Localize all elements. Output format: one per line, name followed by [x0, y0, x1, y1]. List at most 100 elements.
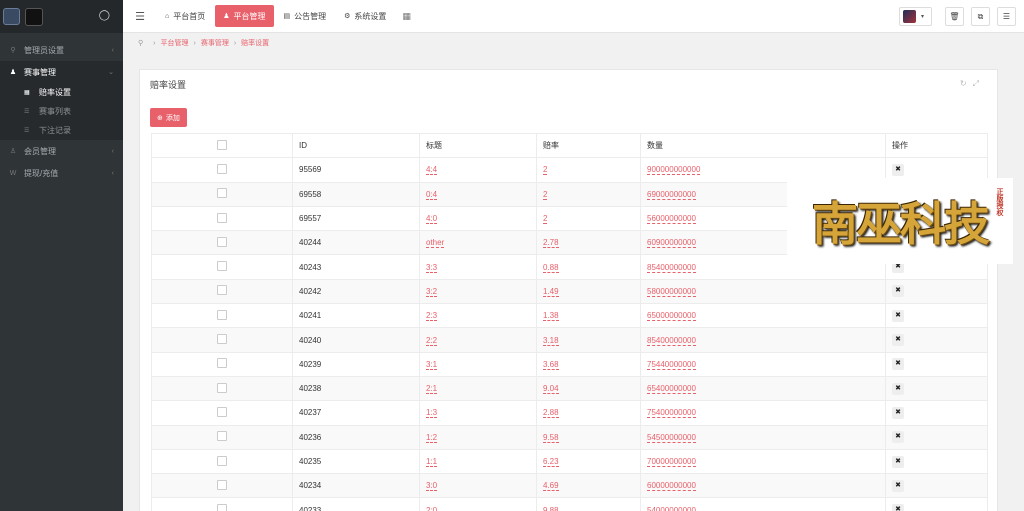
add-button[interactable]: ⊕ 添加 [150, 108, 187, 127]
amount-editable[interactable]: 85400000000 [647, 262, 696, 273]
theme-drop-icon[interactable]: ◯ [99, 10, 110, 21]
title-editable[interactable]: 2:3 [426, 311, 438, 322]
title-editable[interactable]: 2:2 [426, 335, 438, 346]
row-checkbox[interactable] [217, 334, 227, 345]
odds-editable[interactable]: 1.49 [543, 286, 559, 297]
row-checkbox[interactable] [217, 382, 227, 393]
odds-editable[interactable]: 2 [543, 165, 548, 176]
sidebar-subitem-bet-records[interactable]: ☰ 下注记录 [0, 121, 123, 140]
col-header-title[interactable]: 标题 [419, 132, 537, 159]
row-checkbox[interactable] [217, 285, 227, 296]
delete-icon[interactable]: ✖ [892, 309, 904, 322]
delete-icon[interactable]: ✖ [892, 285, 904, 298]
odds-editable[interactable]: 0.88 [543, 262, 559, 273]
breadcrumb-item[interactable]: 赔率设置 [241, 38, 269, 48]
delete-icon[interactable]: ✖ [892, 455, 904, 468]
delete-icon[interactable]: ✖ [892, 479, 904, 492]
title-editable[interactable]: 3:0 [426, 481, 438, 492]
col-header-odds[interactable]: 赔率 [536, 132, 641, 159]
amount-editable[interactable]: 75400000000 [647, 408, 696, 419]
select-all-checkbox[interactable] [217, 139, 227, 150]
odds-editable[interactable]: 2 [543, 189, 548, 200]
row-checkbox[interactable] [217, 406, 227, 417]
fullscreen-button[interactable]: ⧉ [971, 7, 990, 26]
row-checkbox[interactable] [217, 163, 227, 174]
tab-platform-home[interactable]: ⌂ 平台首页 [157, 5, 213, 27]
title-editable[interactable]: 3:1 [426, 359, 438, 370]
amount-editable[interactable]: 54000000000 [647, 505, 696, 511]
odds-editable[interactable]: 9.58 [543, 432, 559, 443]
amount-editable[interactable]: 65000000000 [647, 311, 696, 322]
delete-icon[interactable]: ✖ [892, 334, 904, 347]
delete-icon[interactable]: ✖ [892, 358, 904, 371]
sidebar-item-event-management[interactable]: ♟ 赛事管理 ⌄ [0, 61, 123, 83]
row-checkbox[interactable] [217, 309, 227, 320]
delete-icon[interactable]: ✖ [892, 431, 904, 444]
odds-editable[interactable]: 2.78 [543, 238, 559, 249]
delete-icon[interactable]: ✖ [892, 163, 904, 176]
row-checkbox[interactable] [217, 212, 227, 223]
row-checkbox[interactable] [217, 188, 227, 199]
menu-toggle-icon[interactable]: ☰ [123, 10, 157, 23]
sidebar-subitem-event-list[interactable]: ☰ 赛事列表 [0, 102, 123, 121]
tab-system-settings[interactable]: ⚙ 系统设置 [336, 5, 394, 27]
delete-icon[interactable]: ✖ [892, 382, 904, 395]
row-checkbox[interactable] [217, 479, 227, 490]
odds-editable[interactable]: 9.88 [543, 505, 559, 511]
expand-icon[interactable]: ⤢ [973, 79, 985, 88]
delete-icon[interactable]: ✖ [892, 406, 904, 419]
amount-editable[interactable]: 75440000000 [647, 359, 696, 370]
sidebar-item-withdraw-recharge[interactable]: W 提现/充值 ‹ [0, 162, 123, 184]
amount-editable[interactable]: 54500000000 [647, 432, 696, 443]
title-editable[interactable]: 4:0 [426, 214, 438, 225]
delete-icon[interactable]: ✖ [892, 504, 904, 511]
sidebar-item-members[interactable]: ♙ 会员管理 ‹ [0, 140, 123, 162]
sidebar-item-admin-settings[interactable]: ⚲ 管理员设置 ‹ [0, 39, 123, 61]
trash-button[interactable]: 🗑 [945, 7, 964, 26]
avatar[interactable] [25, 7, 43, 26]
apps-grid-icon[interactable]: ▦ [402, 11, 411, 22]
title-editable[interactable]: other [426, 238, 445, 249]
odds-editable[interactable]: 2 [543, 214, 548, 225]
row-checkbox[interactable] [217, 504, 227, 511]
title-editable[interactable]: 2:1 [426, 384, 438, 395]
amount-editable[interactable]: 60000000000 [647, 481, 696, 492]
title-editable[interactable]: 1:2 [426, 432, 438, 443]
sidebar-subitem-odds[interactable]: ▦ 赔率设置 [0, 83, 123, 102]
row-checkbox[interactable] [217, 455, 227, 466]
settings-panel-button[interactable]: ☰ [997, 7, 1016, 26]
amount-editable[interactable]: 85400000000 [647, 335, 696, 346]
amount-editable[interactable]: 60900000000 [647, 238, 696, 249]
title-editable[interactable]: 4:4 [426, 165, 438, 176]
row-checkbox[interactable] [217, 261, 227, 272]
title-editable[interactable]: 3:3 [426, 262, 438, 273]
tab-announcements[interactable]: ▤ 公告管理 [276, 5, 335, 27]
title-editable[interactable]: 1:1 [426, 457, 438, 467]
odds-editable[interactable]: 6.23 [543, 457, 559, 467]
amount-editable[interactable]: 70000000000 [647, 457, 696, 467]
amount-editable[interactable]: 900000000000 [647, 165, 701, 176]
row-checkbox[interactable] [217, 236, 227, 247]
breadcrumb-item[interactable]: 赛事管理 [201, 38, 229, 48]
amount-editable[interactable]: 58000000000 [647, 286, 696, 297]
breadcrumb-item[interactable]: 平台管理 [160, 38, 188, 48]
odds-editable[interactable]: 4.69 [543, 481, 559, 492]
odds-editable[interactable]: 3.68 [543, 359, 559, 370]
title-editable[interactable]: 0:4 [426, 189, 438, 200]
row-checkbox[interactable] [217, 431, 227, 442]
odds-editable[interactable]: 9.04 [543, 384, 559, 395]
odds-editable[interactable]: 3.18 [543, 335, 559, 346]
title-editable[interactable]: 2:0 [426, 505, 438, 511]
refresh-icon[interactable]: ↻ [960, 79, 973, 88]
amount-editable[interactable]: 69000000000 [647, 189, 696, 200]
odds-editable[interactable]: 2.88 [543, 408, 559, 419]
amount-editable[interactable]: 56000000000 [647, 214, 696, 225]
col-header-id[interactable]: ID [292, 132, 420, 159]
title-editable[interactable]: 3:2 [426, 286, 438, 297]
title-editable[interactable]: 1:3 [426, 408, 438, 419]
odds-editable[interactable]: 1.38 [543, 311, 559, 322]
col-header-amount[interactable]: 数量 [640, 132, 886, 159]
user-menu[interactable]: ▾ [899, 7, 932, 26]
row-checkbox[interactable] [217, 358, 227, 369]
amount-editable[interactable]: 65400000000 [647, 384, 696, 395]
